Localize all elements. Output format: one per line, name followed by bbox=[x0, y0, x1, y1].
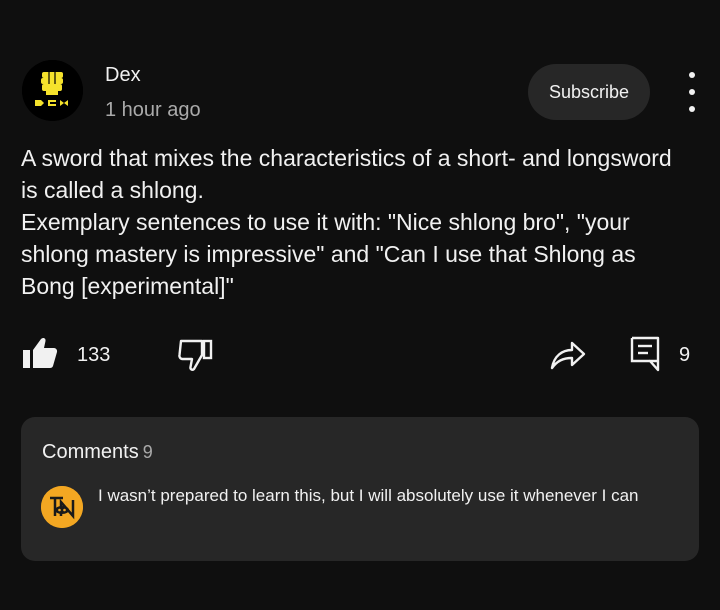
comments-preview-card[interactable]: Comments 9 I wasn’t prepared to learn thi… bbox=[21, 417, 699, 561]
more-options-button[interactable] bbox=[680, 72, 704, 112]
comments-header-count: 9 bbox=[142, 442, 153, 462]
post-text-line: A sword that mixes the characteristics o… bbox=[21, 145, 672, 203]
like-count: 133 bbox=[77, 344, 111, 366]
commenter-avatar[interactable] bbox=[41, 486, 83, 528]
post-text: A sword that mixes the characteristics o… bbox=[21, 142, 691, 302]
post-text-line: Exemplary sentences to use it with: "Nic… bbox=[21, 209, 636, 299]
subscribe-button[interactable]: Subscribe bbox=[528, 64, 650, 120]
share-button[interactable] bbox=[550, 338, 586, 370]
share-arrow-icon bbox=[550, 341, 586, 370]
comments-button[interactable] bbox=[630, 336, 660, 372]
thumbs-up-filled-icon bbox=[23, 337, 58, 368]
comments-title: Comments bbox=[42, 441, 139, 463]
thumbs-down-outline-icon bbox=[178, 339, 213, 371]
top-comment-text: I wasn’t prepared to learn this, but I w… bbox=[98, 486, 639, 505]
community-post-page: Dex 1 hour ago Subscribe A sword that mi… bbox=[0, 0, 720, 610]
channel-avatar[interactable] bbox=[22, 60, 83, 121]
vertical-dots-icon bbox=[689, 72, 695, 78]
fist-logo-avatar bbox=[22, 60, 83, 121]
clipped-previous-content bbox=[120, 0, 460, 4]
commenter-logo-avatar bbox=[41, 486, 83, 528]
comment-icon bbox=[630, 336, 660, 372]
channel-name[interactable]: Dex bbox=[105, 64, 141, 87]
comments-header: Comments 9 bbox=[42, 441, 153, 464]
post-timestamp: 1 hour ago bbox=[105, 99, 201, 121]
comments-count: 9 bbox=[679, 344, 691, 366]
like-button[interactable] bbox=[22, 336, 58, 370]
dislike-button[interactable] bbox=[178, 338, 214, 372]
